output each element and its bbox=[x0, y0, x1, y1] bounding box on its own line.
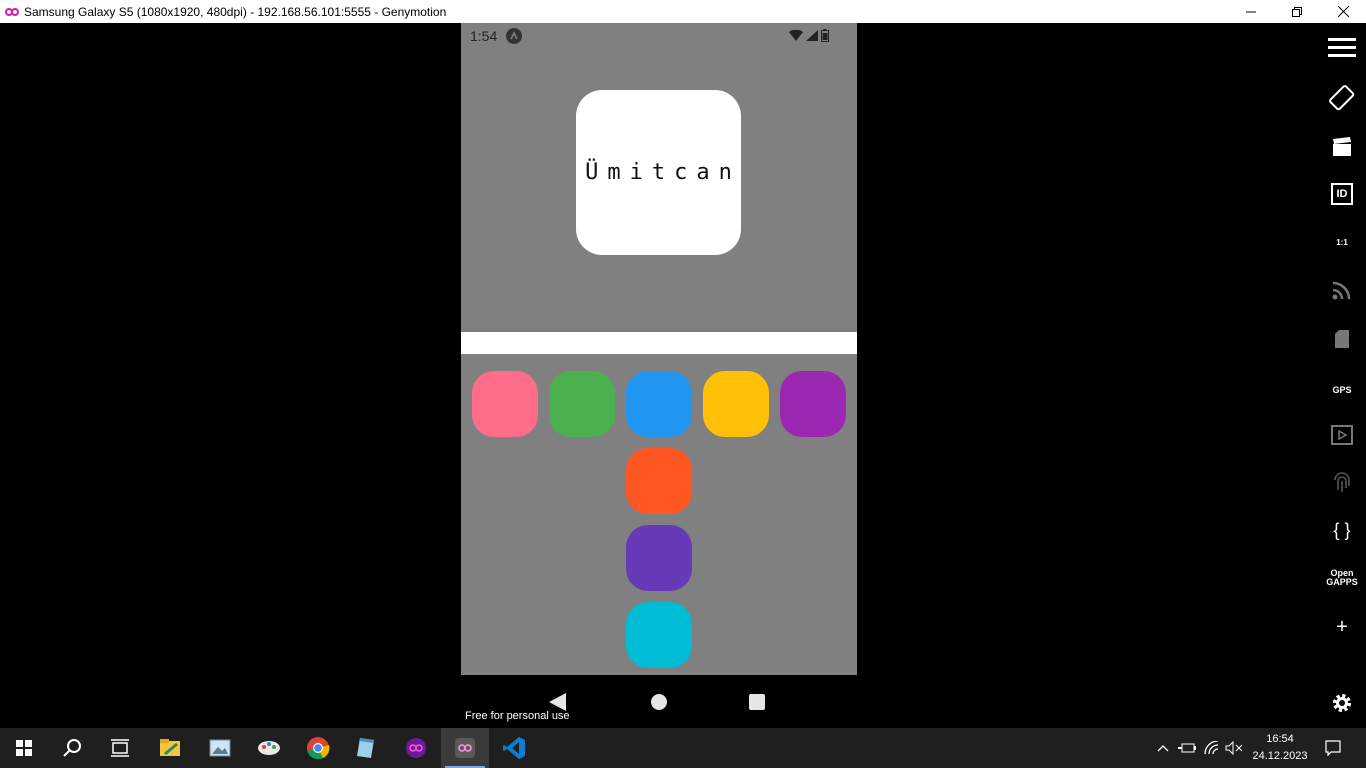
windows-taskbar: 16:54 24.12.2023 bbox=[0, 728, 1366, 768]
minimize-button[interactable] bbox=[1228, 0, 1274, 23]
wifi-icon bbox=[789, 30, 803, 41]
taskbar-paint[interactable] bbox=[245, 728, 293, 768]
taskbar-chrome[interactable] bbox=[294, 728, 342, 768]
color-tile-amber[interactable] bbox=[703, 371, 769, 437]
pixel-perfect-button[interactable]: 1:1 bbox=[1318, 222, 1366, 262]
watermark-text: Free for personal use bbox=[465, 710, 570, 722]
color-tile-orange[interactable] bbox=[626, 448, 692, 514]
color-tile-pink[interactable] bbox=[472, 371, 538, 437]
rotate-icon bbox=[1329, 85, 1355, 111]
genymotion-icon bbox=[406, 738, 426, 758]
chevron-up-icon bbox=[1157, 745, 1169, 752]
chrome-icon bbox=[307, 737, 330, 760]
taskbar-file-explorer[interactable] bbox=[146, 728, 194, 768]
open-gapps-icon: Open GAPPS bbox=[1326, 568, 1358, 587]
taskbar-genymotion[interactable] bbox=[392, 728, 440, 768]
color-tile-deep-purple[interactable] bbox=[626, 525, 692, 591]
id-icon: ID bbox=[1331, 183, 1353, 205]
home-icon[interactable] bbox=[651, 694, 667, 710]
taskbar-vscode[interactable] bbox=[490, 728, 538, 768]
battery-plug-icon bbox=[1178, 743, 1196, 753]
status-time: 1:54 bbox=[470, 28, 498, 44]
gps-button[interactable]: GPS bbox=[1318, 366, 1366, 406]
capture-icon bbox=[1333, 137, 1351, 156]
taskbar-genymotion-active[interactable] bbox=[441, 728, 489, 768]
network-button[interactable] bbox=[1318, 270, 1366, 310]
id-button[interactable]: ID bbox=[1318, 174, 1366, 214]
signal-icon bbox=[806, 30, 818, 41]
volume-muted-icon bbox=[1225, 741, 1243, 755]
name-card: Ümitcan bbox=[576, 90, 741, 255]
code-icon: { } bbox=[1333, 520, 1351, 540]
notepad-icon bbox=[357, 738, 374, 758]
media-button[interactable] bbox=[1318, 415, 1366, 455]
start-button[interactable] bbox=[0, 728, 48, 768]
file-explorer-icon bbox=[160, 739, 180, 756]
genymotion-toolbar: ID 1:1 GPS { } Open GAPPS + bbox=[1318, 23, 1366, 728]
emulator-viewport: 1:54 Ümitcan bbox=[0, 23, 1318, 728]
tray-wifi[interactable] bbox=[1200, 728, 1224, 768]
color-tile-green[interactable] bbox=[549, 371, 615, 437]
tray-chevron[interactable] bbox=[1151, 728, 1175, 768]
task-view-icon bbox=[111, 739, 129, 757]
windows-start-icon bbox=[16, 740, 32, 756]
battery-icon bbox=[821, 29, 829, 42]
phone-screen[interactable]: 1:54 Ümitcan bbox=[461, 23, 857, 675]
taskbar-notepad[interactable] bbox=[342, 728, 390, 768]
settings-button[interactable] bbox=[1318, 683, 1366, 723]
color-tile-purple[interactable] bbox=[780, 371, 846, 437]
clock-date: 24.12.2023 bbox=[1252, 750, 1308, 762]
back-icon[interactable] bbox=[549, 693, 566, 711]
fingerprint-icon bbox=[1334, 472, 1350, 492]
photos-icon bbox=[209, 739, 231, 757]
media-icon bbox=[1331, 425, 1353, 445]
minimize-icon bbox=[1246, 11, 1256, 12]
notification-center[interactable] bbox=[1321, 728, 1345, 768]
recents-icon[interactable] bbox=[749, 694, 765, 710]
tray-volume[interactable] bbox=[1222, 728, 1246, 768]
taskbar-clock[interactable]: 16:54 24.12.2023 bbox=[1252, 731, 1308, 765]
open-gapps-button[interactable]: Open GAPPS bbox=[1318, 558, 1366, 598]
wifi-tray-icon bbox=[1204, 741, 1219, 755]
fingerprint-button[interactable] bbox=[1318, 463, 1366, 503]
vscode-icon bbox=[503, 737, 525, 759]
add-icon: + bbox=[1336, 616, 1348, 638]
restore-icon bbox=[1292, 6, 1302, 17]
restore-button[interactable] bbox=[1274, 0, 1320, 23]
close-icon bbox=[1337, 6, 1349, 17]
close-button[interactable] bbox=[1320, 0, 1366, 23]
rotate-button[interactable] bbox=[1318, 78, 1366, 118]
capture-button[interactable] bbox=[1318, 127, 1366, 167]
gps-icon: GPS bbox=[1332, 384, 1352, 395]
taskbar-photos[interactable] bbox=[196, 728, 244, 768]
window-title-bar: Samsung Galaxy S5 (1080x1920, 480dpi) - … bbox=[0, 0, 1366, 23]
color-tile-blue[interactable] bbox=[626, 371, 692, 437]
sd-card-icon bbox=[1335, 330, 1349, 348]
pixel-perfect-icon: 1:1 bbox=[1336, 237, 1348, 247]
menu-button[interactable] bbox=[1318, 28, 1366, 68]
tray-battery[interactable] bbox=[1175, 728, 1199, 768]
menu-icon bbox=[1328, 38, 1356, 57]
android-status-bar: 1:54 bbox=[461, 23, 857, 49]
genymotion-app-icon bbox=[5, 7, 19, 17]
add-button[interactable]: + bbox=[1318, 607, 1366, 647]
notification-a-icon bbox=[506, 28, 522, 44]
clock-time: 16:54 bbox=[1266, 733, 1294, 745]
settings-icon bbox=[1333, 694, 1351, 712]
code-button[interactable]: { } bbox=[1318, 510, 1366, 550]
task-view-button[interactable] bbox=[96, 728, 144, 768]
white-divider-bar bbox=[461, 332, 857, 354]
network-icon bbox=[1332, 281, 1351, 300]
sd-card-button[interactable] bbox=[1318, 319, 1366, 359]
search-button[interactable] bbox=[48, 728, 96, 768]
window-title: Samsung Galaxy S5 (1080x1920, 480dpi) - … bbox=[24, 4, 447, 19]
search-icon bbox=[63, 739, 81, 757]
color-tile-cyan[interactable] bbox=[626, 602, 692, 668]
name-card-text: Ümitcan bbox=[585, 160, 741, 185]
genymotion-active-icon bbox=[455, 738, 475, 758]
notification-icon bbox=[1325, 740, 1341, 756]
paint-icon bbox=[258, 741, 280, 755]
